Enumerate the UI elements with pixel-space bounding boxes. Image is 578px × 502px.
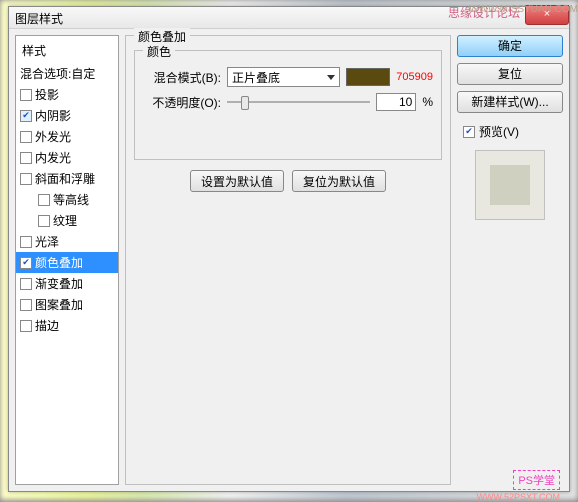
- checkbox-icon[interactable]: [20, 278, 32, 290]
- sidebar-item-9[interactable]: 渐变叠加: [16, 273, 118, 294]
- watermark-bottom: PS学堂: [513, 470, 560, 490]
- sidebar-item-label: 光泽: [35, 233, 59, 250]
- opacity-slider[interactable]: [227, 93, 370, 111]
- sidebar-item-label: 等高线: [53, 191, 89, 208]
- checkbox-icon[interactable]: [38, 215, 50, 227]
- checkbox-icon[interactable]: [20, 131, 32, 143]
- window-title: 图层样式: [15, 12, 63, 26]
- color-subgroup: 颜色 混合模式(B): 正片叠底 705909 不透明度(O):: [134, 50, 442, 160]
- sidebar-item-1[interactable]: 内阴影: [16, 105, 118, 126]
- checkbox-icon[interactable]: [20, 236, 32, 248]
- reset-default-button[interactable]: 复位为默认值: [292, 170, 386, 192]
- inner-group-title: 颜色: [143, 43, 175, 60]
- sidebar-item-3[interactable]: 内发光: [16, 147, 118, 168]
- sidebar-item-label: 图案叠加: [35, 296, 83, 313]
- preview-checkbox[interactable]: [463, 126, 475, 138]
- blend-mode-label: 混合模式(B):: [143, 69, 221, 86]
- checkbox-icon[interactable]: [20, 152, 32, 164]
- sidebar-blend-options[interactable]: 混合选项:自定: [16, 63, 118, 84]
- color-hex: 705909: [396, 71, 433, 83]
- layer-style-dialog: 图层样式 × 样式 混合选项:自定 投影内阴影外发光内发光斜面和浮雕等高线纹理光…: [8, 6, 570, 492]
- sidebar-item-label: 外发光: [35, 128, 71, 145]
- sidebar-item-label: 投影: [35, 86, 59, 103]
- checkbox-icon[interactable]: [20, 257, 32, 269]
- right-column: 确定 复位 新建样式(W)... 预览(V): [457, 35, 563, 485]
- preview-thumbnail: [475, 150, 545, 220]
- sidebar-item-label: 描边: [35, 317, 59, 334]
- checkbox-icon[interactable]: [20, 89, 32, 101]
- blend-mode-dropdown[interactable]: 正片叠底: [227, 67, 340, 87]
- sidebar-item-5[interactable]: 等高线: [16, 189, 118, 210]
- checkbox-icon[interactable]: [38, 194, 50, 206]
- color-swatch[interactable]: [346, 68, 390, 86]
- sidebar-item-2[interactable]: 外发光: [16, 126, 118, 147]
- preview-label: 预览(V): [479, 123, 519, 140]
- sidebar-item-label: 内发光: [35, 149, 71, 166]
- styles-sidebar: 样式 混合选项:自定 投影内阴影外发光内发光斜面和浮雕等高线纹理光泽颜色叠加渐变…: [15, 35, 119, 485]
- sidebar-item-label: 颜色叠加: [35, 254, 83, 271]
- watermark-bottom-url: WWW.52PSXT.COM: [476, 492, 560, 502]
- new-style-button[interactable]: 新建样式(W)...: [457, 91, 563, 113]
- color-overlay-group: 颜色叠加 颜色 混合模式(B): 正片叠底 705909 不透明度(O):: [125, 35, 451, 485]
- sidebar-item-label: 斜面和浮雕: [35, 170, 95, 187]
- sidebar-item-label: 渐变叠加: [35, 275, 83, 292]
- sidebar-item-8[interactable]: 颜色叠加: [16, 252, 118, 273]
- chevron-down-icon: [327, 75, 335, 80]
- watermark-url: WWW.MISSYUAN.COM: [469, 4, 578, 15]
- sidebar-item-11[interactable]: 描边: [16, 315, 118, 336]
- opacity-label: 不透明度(O):: [143, 94, 221, 111]
- opacity-unit: %: [422, 95, 433, 109]
- checkbox-icon[interactable]: [20, 320, 32, 332]
- sidebar-item-10[interactable]: 图案叠加: [16, 294, 118, 315]
- cancel-button[interactable]: 复位: [457, 63, 563, 85]
- sidebar-item-6[interactable]: 纹理: [16, 210, 118, 231]
- sidebar-item-7[interactable]: 光泽: [16, 231, 118, 252]
- sidebar-item-0[interactable]: 投影: [16, 84, 118, 105]
- opacity-input[interactable]: 10: [376, 93, 416, 111]
- sidebar-item-label: 内阴影: [35, 107, 71, 124]
- sidebar-item-4[interactable]: 斜面和浮雕: [16, 168, 118, 189]
- sidebar-item-label: 纹理: [53, 212, 77, 229]
- slider-thumb[interactable]: [241, 96, 249, 110]
- make-default-button[interactable]: 设置为默认值: [190, 170, 284, 192]
- sidebar-header: 样式: [16, 40, 118, 63]
- checkbox-icon[interactable]: [20, 173, 32, 185]
- checkbox-icon[interactable]: [20, 110, 32, 122]
- checkbox-icon[interactable]: [20, 299, 32, 311]
- ok-button[interactable]: 确定: [457, 35, 563, 57]
